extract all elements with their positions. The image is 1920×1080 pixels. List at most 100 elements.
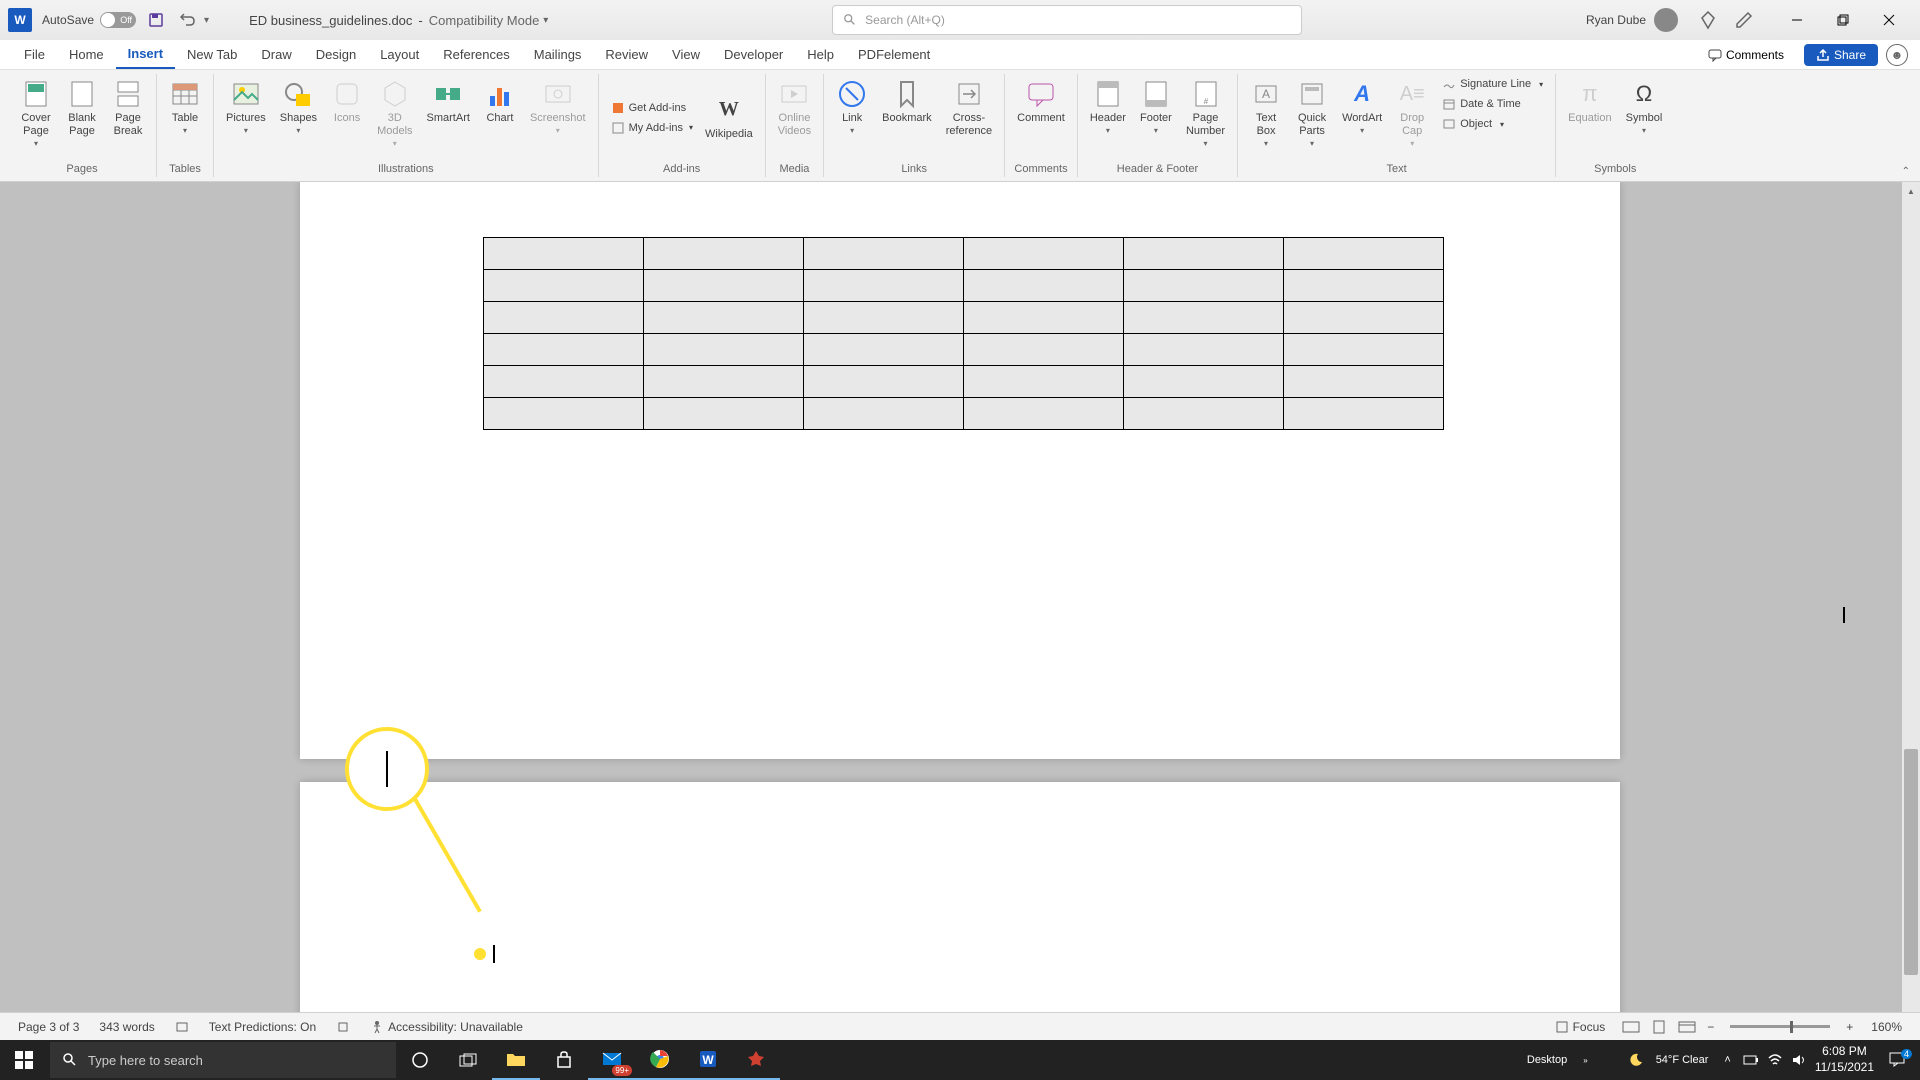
page-1[interactable] [300,182,1620,759]
task-view-button[interactable] [444,1040,492,1080]
notifications-button[interactable]: 4 [1882,1051,1912,1070]
zoom-level[interactable]: 160% [1861,1020,1912,1034]
word-taskbar-button[interactable]: W [684,1040,732,1080]
desktop-toolbar[interactable]: Desktop [1523,1054,1571,1066]
get-addins-button[interactable]: Get Add-ins [605,98,699,118]
user-avatar[interactable] [1654,8,1678,32]
blank-page-button[interactable]: BlankPage [60,74,104,142]
cover-page-button[interactable]: CoverPage▾ [14,74,58,152]
page-info[interactable]: Page 3 of 3 [8,1020,89,1034]
wifi-icon[interactable] [1767,1053,1783,1067]
tab-insert[interactable]: Insert [116,40,175,69]
table-row[interactable] [484,398,1444,430]
vertical-scrollbar[interactable]: ▲ ▼ [1902,182,1920,1025]
cortana-button[interactable] [396,1040,444,1080]
wordart-button[interactable]: AWordArt▾ [1336,74,1388,139]
battery-icon[interactable] [1743,1053,1759,1067]
share-button[interactable]: Share [1804,44,1878,66]
comment-button[interactable]: Comment [1011,74,1071,129]
tab-design[interactable]: Design [304,40,368,69]
table-row[interactable] [484,302,1444,334]
document-table[interactable] [483,237,1444,430]
tab-references[interactable]: References [431,40,521,69]
scroll-up-arrow[interactable]: ▲ [1902,182,1920,200]
bookmark-button[interactable]: Bookmark [876,74,938,129]
symbol-button[interactable]: ΩSymbol▾ [1620,74,1669,139]
chart-button[interactable]: Chart [478,74,522,129]
document-area[interactable]: ▲ ▼ [0,182,1920,1025]
maximize-button[interactable] [1820,4,1866,36]
cross-reference-button[interactable]: Cross-reference [940,74,998,142]
tab-home[interactable]: Home [57,40,116,69]
minimize-button[interactable] [1774,4,1820,36]
pictures-button[interactable]: Pictures▾ [220,74,272,139]
page-2[interactable] [300,782,1620,1025]
tab-pdfelement[interactable]: PDFelement [846,40,942,69]
taskbar-search[interactable]: Type here to search [50,1042,396,1078]
text-predictions[interactable]: Text Predictions: On [199,1020,326,1034]
quick-parts-button[interactable]: QuickParts▾ [1290,74,1334,152]
signature-line-button[interactable]: Signature Line▾ [1436,74,1549,94]
weather-info[interactable]: 54°F Clear [1652,1054,1713,1066]
tab-review[interactable]: Review [593,40,660,69]
tab-help[interactable]: Help [795,40,846,69]
diamond-icon[interactable] [1698,10,1718,30]
start-button[interactable] [0,1040,48,1080]
table-button[interactable]: Table▾ [163,74,207,139]
header-button[interactable]: Header▾ [1084,74,1132,139]
undo-button[interactable] [176,8,200,32]
tab-mailings[interactable]: Mailings [522,40,594,69]
tab-view[interactable]: View [660,40,712,69]
spell-check-icon[interactable] [165,1020,199,1034]
ribbon-collapse-button[interactable]: ⌃ [1902,166,1910,177]
user-name[interactable]: Ryan Dube [1586,13,1646,27]
object-button[interactable]: Object▾ [1436,114,1549,134]
focus-mode-button[interactable]: Focus [1545,1020,1616,1034]
my-addins-button[interactable]: My Add-ins▾ [605,118,699,138]
table-row[interactable] [484,270,1444,302]
pen-icon[interactable] [1734,10,1754,30]
web-layout-button[interactable] [1675,1017,1699,1037]
compat-dropdown[interactable]: ▾ [543,15,548,26]
scroll-thumb[interactable] [1904,749,1918,975]
link-button[interactable]: Link▾ [830,74,874,139]
zoom-slider[interactable] [1730,1025,1830,1028]
wikipedia-button[interactable]: WWikipedia [699,90,759,145]
table-row[interactable] [484,238,1444,270]
smartart-button[interactable]: SmartArt [421,74,476,129]
tab-layout[interactable]: Layout [368,40,431,69]
page-break-button[interactable]: PageBreak [106,74,150,142]
print-layout-button[interactable] [1647,1017,1671,1037]
store-button[interactable] [540,1040,588,1080]
accessibility-status[interactable]: Accessibility: Unavailable [360,1020,533,1034]
chrome-button[interactable] [636,1040,684,1080]
mail-button[interactable]: 99+ [588,1040,636,1080]
save-button[interactable] [144,8,168,32]
search-box[interactable]: Search (Alt+Q) [832,5,1302,35]
text-box-button[interactable]: ATextBox▾ [1244,74,1288,152]
clock[interactable]: 6:08 PM 11/15/2021 [1815,1044,1874,1075]
zoom-in-button[interactable]: + [1842,1020,1857,1034]
table-row[interactable] [484,334,1444,366]
read-mode-button[interactable] [1619,1017,1643,1037]
tab-newtab[interactable]: New Tab [175,40,249,69]
autosave-toggle[interactable]: Off [100,12,136,28]
macro-icon[interactable] [326,1020,360,1034]
date-time-button[interactable]: Date & Time [1436,94,1549,114]
close-button[interactable] [1866,4,1912,36]
help-info-button[interactable]: ☻ [1886,44,1908,66]
file-explorer-button[interactable] [492,1040,540,1080]
word-count[interactable]: 343 words [89,1020,164,1034]
qat-customize-dropdown[interactable]: ▾ [204,15,209,26]
comments-button[interactable]: Comments [1696,44,1796,66]
page-number-button[interactable]: #PageNumber▾ [1180,74,1231,152]
tray-chevron-up[interactable]: ˄ [1720,1054,1734,1066]
table-row[interactable] [484,366,1444,398]
zoom-out-button[interactable]: − [1703,1020,1718,1034]
tab-developer[interactable]: Developer [712,40,795,69]
volume-icon[interactable] [1791,1053,1807,1067]
app-button[interactable] [732,1040,780,1080]
shapes-button[interactable]: Shapes▾ [274,74,323,139]
tab-draw[interactable]: Draw [249,40,303,69]
tab-file[interactable]: File [12,40,57,69]
